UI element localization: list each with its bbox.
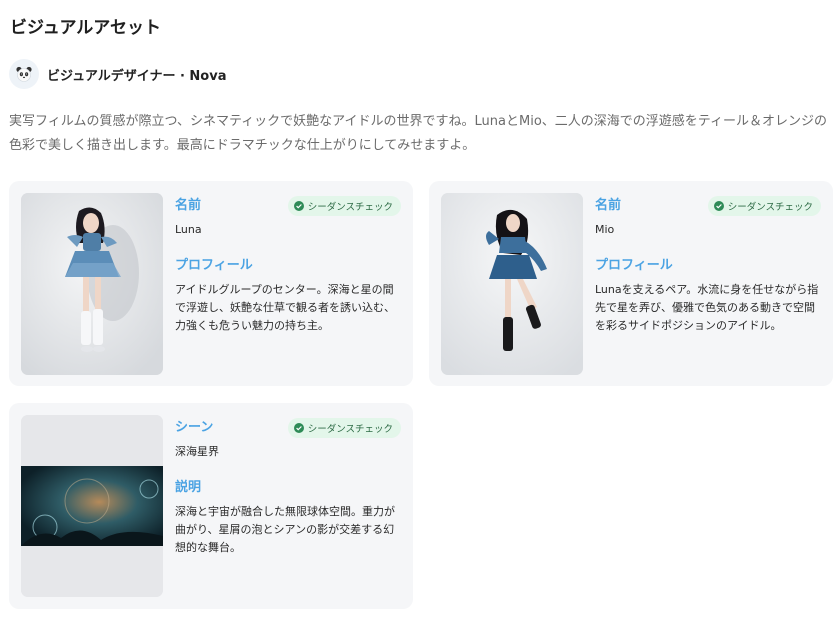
scene-value: 深海星界 — [175, 445, 219, 458]
section-title: ビジュアルアセット — [10, 18, 161, 38]
luna-image[interactable] — [21, 193, 163, 375]
profile-label: プロフィール — [175, 258, 253, 273]
scene-label: シーン — [175, 420, 214, 435]
name-value: Luna — [175, 223, 202, 236]
profile-label: プロフィール — [595, 258, 673, 273]
intro-text: 実写フィルムの質感が際立つ、シネマティックで妖艶なアイドルの世界ですね。Luna… — [9, 114, 827, 153]
name-value: Mio — [595, 223, 615, 236]
description-value: 深海と宇宙が融合した無限球体空間。重力が曲がり、星屑の泡とシアンの影が交差する幻… — [175, 505, 395, 554]
profile-value: アイドルグループのセンター。深海と星の間で浮遊し、妖艶な仕草で観る者を誘い込む、… — [175, 283, 395, 332]
profile-value: Lunaを支えるペア。水流に身を任せながら指先で星を弄び、優雅で色気のある動きで… — [595, 283, 819, 332]
name-label: 名前 — [175, 198, 202, 213]
asset-card-scene[interactable]: シーダンスチェック シーン 深海星界 説明 深海と宇宙が融合した無限球体空間。重… — [9, 403, 413, 609]
scene-image[interactable] — [21, 415, 163, 597]
designer-header: ビジュアルデザイナー · Nova — [9, 59, 227, 89]
panda-icon — [9, 59, 39, 89]
mio-image[interactable] — [441, 193, 583, 375]
name-label: 名前 — [595, 198, 622, 213]
designer-name: ビジュアルデザイナー · Nova — [47, 68, 227, 84]
asset-card-luna[interactable]: シーダンスチェック 名前 Luna プロフィール アイドルグループのセンター。深… — [9, 181, 413, 386]
description-label: 説明 — [175, 480, 202, 495]
asset-card-mio[interactable]: シーダンスチェック 名前 Mio プロフィール Lunaを支えるペア。水流に身を… — [429, 181, 833, 386]
